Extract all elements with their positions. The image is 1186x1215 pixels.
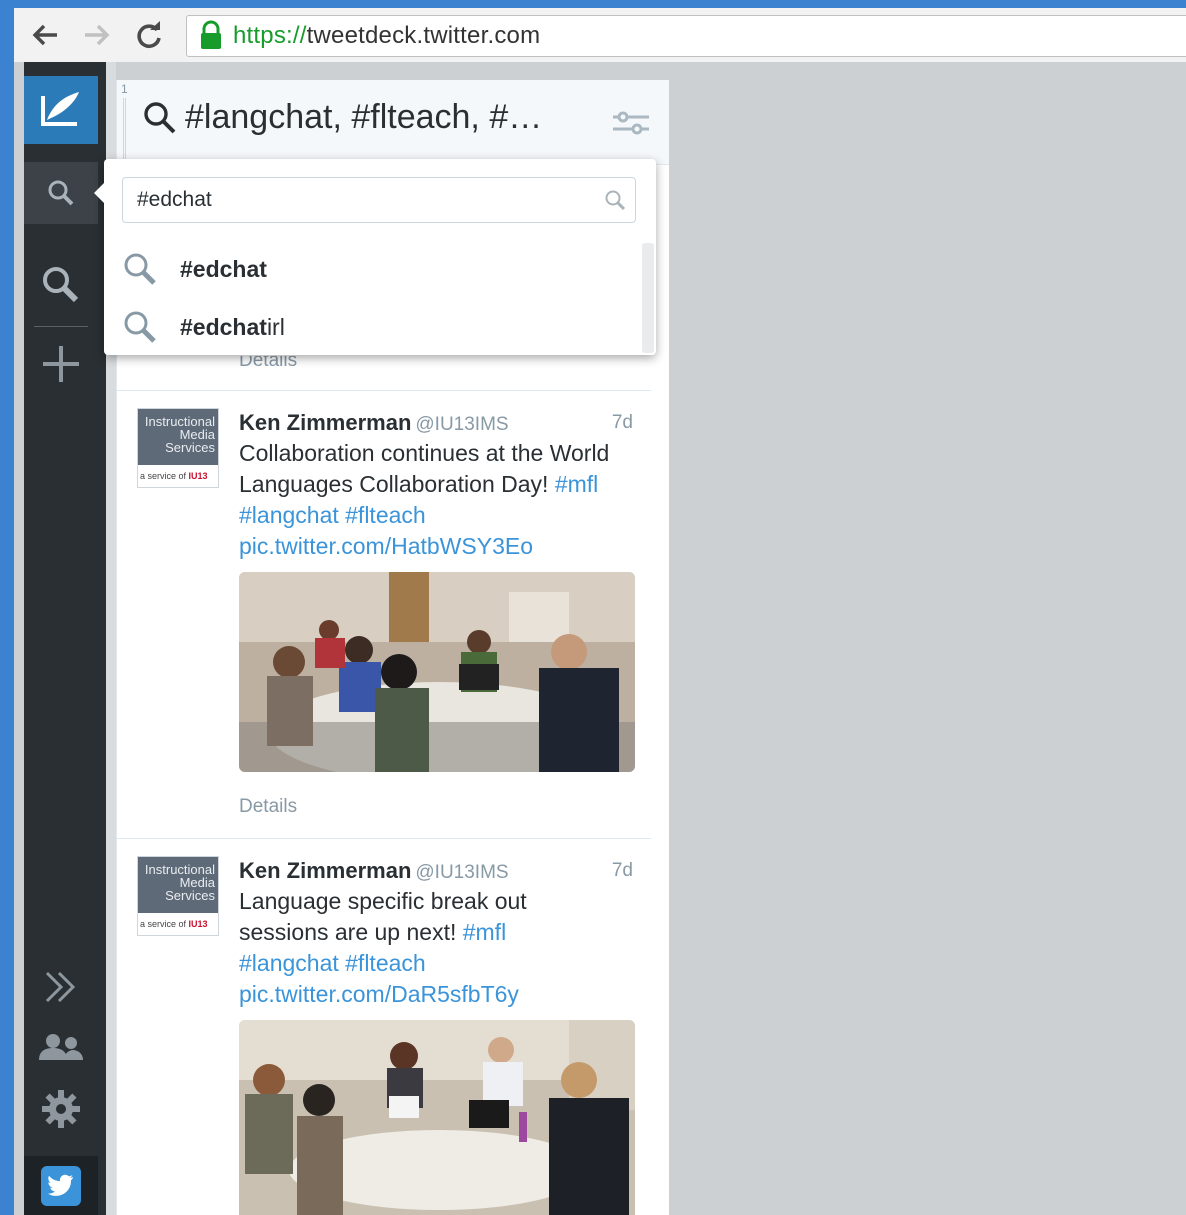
hashtag-link[interactable]: #mfl bbox=[555, 471, 598, 497]
expand-button[interactable] bbox=[24, 962, 98, 1012]
nav-search-active[interactable] bbox=[24, 162, 98, 224]
compose-button[interactable] bbox=[24, 76, 98, 144]
search-input-icon[interactable] bbox=[604, 189, 626, 216]
search-icon bbox=[124, 311, 156, 343]
column-header[interactable]: 1 #langchat, #flteach, #… bbox=[117, 80, 669, 165]
add-column-icon bbox=[43, 346, 79, 382]
accounts-icon bbox=[39, 1034, 83, 1060]
reload-button[interactable] bbox=[132, 8, 166, 62]
address-bar[interactable]: https://tweetdeck.twitter.com bbox=[186, 15, 1186, 57]
column-number: 1 bbox=[121, 82, 128, 96]
column-drag-handle[interactable] bbox=[123, 98, 130, 162]
search-suggestion[interactable]: #edchatirl bbox=[122, 299, 636, 355]
hashtag-link[interactable]: #flteach bbox=[345, 502, 426, 528]
settings-icon bbox=[42, 1090, 80, 1128]
arrow-right-icon bbox=[85, 24, 110, 46]
tweet-photo[interactable] bbox=[239, 1020, 635, 1215]
tweet-photo[interactable] bbox=[239, 572, 635, 772]
hashtag-link[interactable]: #flteach bbox=[345, 950, 426, 976]
left-navigation bbox=[24, 62, 106, 1215]
search-icon bbox=[43, 267, 79, 303]
popup-pointer bbox=[94, 183, 104, 203]
suggestion-label: #edchat bbox=[180, 255, 267, 282]
browser-toolbar: https://tweetdeck.twitter.com bbox=[14, 8, 1186, 63]
arrow-left-icon bbox=[32, 24, 57, 46]
avatar[interactable]: Instructional Media Services a service o… bbox=[137, 856, 219, 936]
forward-button[interactable] bbox=[80, 8, 114, 62]
back-button[interactable] bbox=[28, 8, 62, 62]
lock-icon bbox=[199, 20, 227, 52]
tweet-item[interactable]: Instructional Media Services a service o… bbox=[117, 838, 651, 1215]
search-input[interactable] bbox=[122, 177, 636, 223]
compose-icon bbox=[41, 92, 79, 126]
tweet-item[interactable]: Instructional Media Services a service o… bbox=[117, 390, 651, 839]
search-icon bbox=[48, 180, 74, 206]
tweetdeck-app: 1 #langchat, #flteach, #… Details Instru… bbox=[14, 62, 1186, 1215]
popup-scrollbar[interactable] bbox=[642, 243, 654, 353]
hashtag-link[interactable]: #mfl bbox=[463, 919, 506, 945]
tweet-text: Language specific break out sessions are… bbox=[239, 888, 527, 1007]
window-frame-left bbox=[0, 0, 14, 1215]
column-title: #langchat, #flteach, #… bbox=[143, 98, 542, 137]
search-suggestion[interactable]: #edchat bbox=[122, 241, 636, 297]
search-popup: #edchat #edchatirl bbox=[94, 159, 656, 355]
search-icon bbox=[605, 190, 626, 211]
hashtag-link[interactable]: #langchat bbox=[239, 502, 339, 528]
media-link[interactable]: pic.twitter.com/DaR5sfbT6y bbox=[239, 981, 519, 1007]
tweet-handle[interactable]: @IU13IMS bbox=[415, 862, 508, 883]
twitter-bird-icon bbox=[41, 1165, 81, 1206]
expand-icon bbox=[45, 971, 76, 1003]
avatar[interactable]: Instructional Media Services a service o… bbox=[137, 408, 219, 488]
sliders-icon bbox=[613, 111, 649, 135]
accounts-button[interactable] bbox=[24, 1022, 98, 1072]
search-icon bbox=[124, 253, 156, 285]
suggestion-label: #edchatirl bbox=[180, 313, 285, 340]
tweet-author[interactable]: Ken Zimmerman @IU13IMS bbox=[239, 858, 509, 884]
address-url: https://tweetdeck.twitter.com bbox=[233, 22, 541, 49]
hashtag-link[interactable]: #langchat bbox=[239, 950, 339, 976]
tweet-timestamp[interactable]: 7d bbox=[612, 412, 633, 434]
add-column-button[interactable] bbox=[24, 334, 98, 394]
search-icon bbox=[144, 101, 176, 133]
tweet-text: Collaboration continues at the World Lan… bbox=[239, 440, 610, 559]
nav-search[interactable] bbox=[24, 260, 98, 310]
tweet-handle[interactable]: @IU13IMS bbox=[415, 414, 508, 435]
tweet-details-link[interactable]: Details bbox=[239, 796, 297, 818]
settings-button[interactable] bbox=[24, 1084, 98, 1134]
reload-icon bbox=[137, 21, 161, 48]
tweet-timestamp[interactable]: 7d bbox=[612, 860, 633, 882]
window-frame-top bbox=[0, 0, 1186, 8]
twitter-home-button[interactable] bbox=[24, 1156, 98, 1215]
tweet-author[interactable]: Ken Zimmerman @IU13IMS bbox=[239, 410, 509, 436]
nav-divider bbox=[34, 326, 88, 327]
column-options-button[interactable] bbox=[611, 108, 651, 138]
media-link[interactable]: pic.twitter.com/HatbWSY3Eo bbox=[239, 533, 533, 559]
